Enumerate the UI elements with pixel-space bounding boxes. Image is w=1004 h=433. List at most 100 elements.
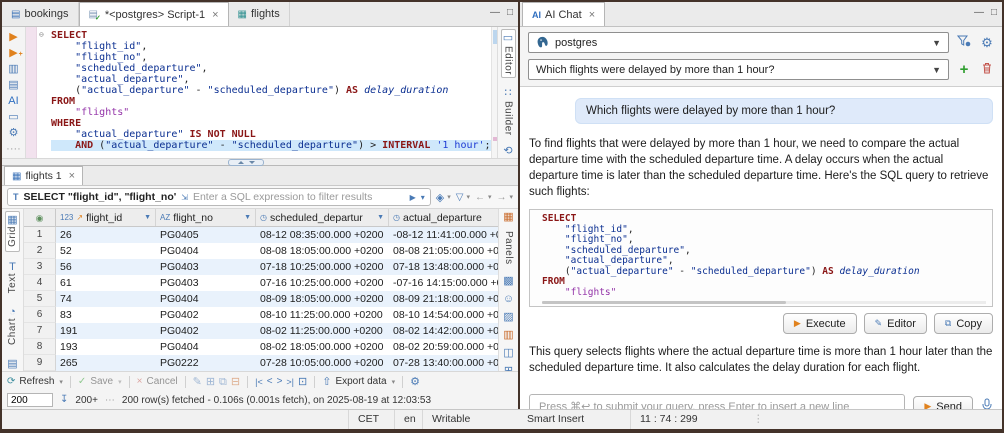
question-history-select[interactable]: Which flights were delayed by more than … xyxy=(528,59,949,80)
rail-tab-builder[interactable]: ∷Builder xyxy=(502,85,515,138)
cell-flight_id[interactable]: 265 xyxy=(56,355,156,371)
cell-flight_id[interactable]: 74 xyxy=(56,291,156,307)
cell-actual_departure[interactable]: 08-02 20:59:00.000 +0 xyxy=(389,339,498,355)
filters-dropdown-icon[interactable]: ▾ xyxy=(466,193,470,201)
insert-mode-indicator[interactable]: Smart Insert xyxy=(518,410,593,429)
delete-chat-icon[interactable] xyxy=(979,61,995,79)
timezone-indicator[interactable]: CET xyxy=(348,410,388,429)
tab-flights-1[interactable]: ▦ flights 1 × xyxy=(4,166,83,185)
save-icon[interactable]: ✓ xyxy=(78,376,86,388)
rail-tab-record[interactable]: ▤Record xyxy=(6,356,19,371)
aggregate-panel-icon[interactable]: ▥ xyxy=(503,329,513,341)
expand-filter-icon[interactable]: ⇲ xyxy=(181,193,188,202)
cell-flight_no[interactable]: PG0404 xyxy=(156,291,256,307)
export-menu-icon[interactable]: ▾ xyxy=(392,378,396,386)
cancel-icon[interactable]: × xyxy=(137,376,143,388)
tab-ai-chat[interactable]: AI AI Chat × xyxy=(522,2,605,26)
clear-filter-menu-icon[interactable]: ▾ xyxy=(447,193,451,201)
close-icon[interactable]: × xyxy=(589,9,595,21)
open-in-editor-button[interactable]: ✎ Editor xyxy=(864,313,927,334)
row-number[interactable]: 7 xyxy=(24,323,56,339)
add-row-icon[interactable]: ⊞ xyxy=(206,376,215,388)
column-header-scheduled_departur[interactable]: ◷scheduled_departur▼ xyxy=(256,209,389,226)
row-number[interactable]: 5 xyxy=(24,291,56,307)
table-row[interactable]: 461PG040307-16 10:25:00.000 +0200-07-16 … xyxy=(24,275,498,291)
cell-scheduled_departur[interactable]: 07-18 10:25:00.000 +0200 xyxy=(256,259,389,275)
rail-tab-editor[interactable]: ▭Editor xyxy=(501,29,516,78)
language-indicator[interactable]: en xyxy=(394,410,425,429)
overview-ruler[interactable] xyxy=(491,27,497,158)
cell-actual_departure[interactable]: 08-09 21:18:00.000 +0 xyxy=(389,291,498,307)
row-number[interactable]: 8 xyxy=(24,339,56,355)
cell-actual_departure[interactable]: 08-08 21:05:00.000 +0 xyxy=(389,243,498,259)
focus-row-icon[interactable]: ⊡ xyxy=(298,376,307,388)
filter-expression-input[interactable]: T SELECT "flight_id", "flight_no' ⇲ Ente… xyxy=(7,188,431,206)
column-menu-icon[interactable]: ▼ xyxy=(144,214,151,221)
editor-results-splitter[interactable] xyxy=(2,158,518,166)
filter-back-icon[interactable]: ← xyxy=(475,192,485,203)
cancel-button[interactable]: Cancel xyxy=(146,376,177,387)
metadata-panel-icon[interactable]: ▩ xyxy=(503,275,513,287)
send-button[interactable]: ▶ Send xyxy=(913,396,973,409)
close-icon[interactable]: × xyxy=(212,9,218,21)
maximize-view-icon[interactable]: □ xyxy=(991,7,997,18)
cell-actual_departure[interactable]: 07-28 13:40:00.000 +0 xyxy=(389,355,498,371)
table-row[interactable]: 356PG040307-18 10:25:00.000 +020007-18 1… xyxy=(24,259,498,275)
tab-postgres-script-1[interactable]: ▤✓*<postgres> Script-1× xyxy=(79,2,229,26)
row-number[interactable]: 1 xyxy=(24,227,56,243)
splitter-collapse-handle[interactable] xyxy=(228,159,264,166)
table-row[interactable]: 252PG040408-08 18:05:00.000 +020008-08 2… xyxy=(24,243,498,259)
execute-script-icon[interactable]: ▶+ xyxy=(9,47,17,59)
calendar-panel-icon[interactable]: ▨ xyxy=(503,311,513,323)
previous-page-icon[interactable]: < xyxy=(267,376,273,388)
column-header-flight_id[interactable]: 123↗flight_id▼ xyxy=(56,209,156,226)
cell-actual_departure[interactable]: -07-16 14:15:00.000 +0 xyxy=(389,275,498,291)
code-scrollbar[interactable] xyxy=(542,301,986,304)
settings-icon[interactable]: ⚙ xyxy=(9,127,19,139)
filter-history-icon[interactable]: ▾ xyxy=(421,193,425,202)
table-row[interactable]: 683PG040208-10 11:25:00.000 +020008-10 1… xyxy=(24,307,498,323)
table-row[interactable]: 7191PG040208-02 11:25:00.000 +020008-02 … xyxy=(24,323,498,339)
row-number[interactable]: 6 xyxy=(24,307,56,323)
references-panel-icon[interactable]: ◫ xyxy=(503,347,513,359)
execute-statement-icon[interactable]: ▶ xyxy=(9,31,17,43)
cell-flight_no[interactable]: PG0404 xyxy=(156,243,256,259)
pinned-panel-icon[interactable]: ⊞ xyxy=(504,365,513,371)
sql-editor[interactable]: ⊖ SELECT "flight_id", "flight_no", "sche… xyxy=(37,27,491,158)
column-header-actual_departure[interactable]: ◷actual_departure xyxy=(389,209,498,226)
filter-forward-menu-icon[interactable]: ▾ xyxy=(509,193,513,201)
table-row[interactable]: 9265PG022207-28 10:05:00.000 +020007-28 … xyxy=(24,355,498,371)
export-data-icon[interactable]: ⇧ xyxy=(322,376,331,388)
cell-flight_no[interactable]: PG0404 xyxy=(156,339,256,355)
row-number[interactable]: 3 xyxy=(24,259,56,275)
minimize-view-icon[interactable]: — xyxy=(490,7,500,18)
refresh-button[interactable]: Refresh xyxy=(19,376,54,387)
cell-scheduled_departur[interactable]: 08-12 08:35:00.000 +0200 xyxy=(256,227,389,243)
cell-scheduled_departur[interactable]: 07-28 10:05:00.000 +0200 xyxy=(256,355,389,371)
new-chat-icon[interactable]: + xyxy=(956,63,972,77)
filter-back-menu-icon[interactable]: ▾ xyxy=(488,193,492,201)
script-log-icon[interactable]: ▤ xyxy=(8,79,18,91)
cell-flight_no[interactable]: PG0222 xyxy=(156,355,256,371)
delete-row-icon[interactable]: ⊟ xyxy=(231,376,240,388)
write-mode-indicator[interactable]: Writable xyxy=(422,410,479,429)
sort-indicator-icon[interactable]: ↗ xyxy=(76,213,83,222)
ai-assistant-icon[interactable]: AI xyxy=(8,95,18,107)
export-data-button[interactable]: Export data xyxy=(335,376,386,387)
sync-connection-icon[interactable]: ⟲ xyxy=(503,145,512,157)
maximize-view-icon[interactable]: □ xyxy=(507,7,513,18)
cell-flight_id[interactable]: 83 xyxy=(56,307,156,323)
microphone-icon[interactable] xyxy=(981,398,993,409)
edit-value-icon[interactable]: ✎ xyxy=(193,376,202,388)
table-row[interactable]: 8193PG040408-02 18:05:00.000 +020008-02 … xyxy=(24,339,498,355)
copy-button[interactable]: ⧉ Copy xyxy=(934,313,993,334)
refresh-menu-icon[interactable]: ▾ xyxy=(59,378,63,386)
execute-button[interactable]: ▶ Execute xyxy=(783,313,857,334)
cell-flight_no[interactable]: PG0402 xyxy=(156,307,256,323)
cell-flight_id[interactable]: 56 xyxy=(56,259,156,275)
cell-flight_id[interactable]: 26 xyxy=(56,227,156,243)
tab-bookings[interactable]: ▤bookings xyxy=(2,2,79,26)
next-page-icon[interactable]: > xyxy=(277,376,283,388)
sql-console-icon[interactable]: ▭ xyxy=(8,111,18,123)
grid-settings-icon[interactable]: ⚙ xyxy=(410,376,420,388)
